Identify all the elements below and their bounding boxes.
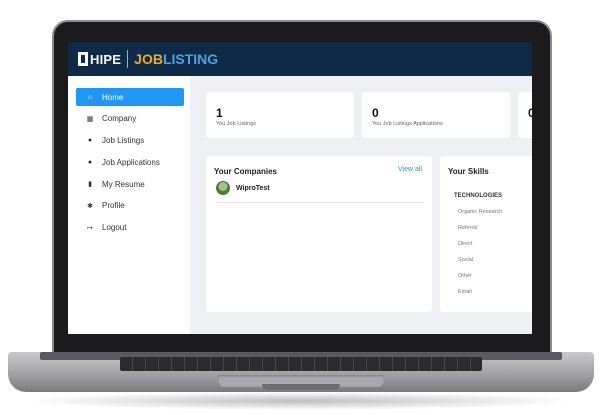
brand-hipe: HIPE [90,51,122,67]
sidebar-item-logout[interactable]: ↦ Logout [76,219,184,237]
main-content: 1 You Job Listings 0 You Job Listings Ap… [190,76,532,334]
brand-logo[interactable]: HIPE JOB LISTING [78,50,218,68]
skill-item: Organic Research [458,209,503,215]
sidebar-item-job-applications[interactable]: ● Job Applications [76,153,184,171]
skill-item: Other [458,273,472,279]
logo-mark-icon [78,52,88,66]
skill-item: Referral [458,225,478,231]
stat-value: 0 [528,106,532,120]
company-item[interactable]: WiproTest [216,181,270,195]
brand-separator [127,50,129,68]
company-avatar [216,181,230,195]
companies-title: Your Companies [214,167,277,176]
stat-card-applications[interactable]: 0 You Job Listings Applications [362,92,510,138]
skills-category-heading: TECHNOLOGIES [454,193,503,199]
skill-item: Email [458,289,472,295]
file-icon: ▮ [88,181,92,189]
sidebar-item-label: Job Applications [102,157,160,167]
stat-value: 0 [372,106,379,120]
stat-label: You Job Listings [216,121,256,127]
companies-card: Your Companies View all WiproTest [206,156,432,312]
gear-icon: ✱ [87,202,93,210]
laptop-notch [262,384,340,390]
sidebar-item-profile[interactable]: ✱ Profile [76,197,184,215]
home-icon: ⌂ [87,93,93,101]
skill-item: Social [458,257,473,263]
laptop-shadow [20,392,580,410]
sidebar-item-label: My Resume [102,179,145,189]
app-screen: HIPE JOB LISTING ⌂ Home ▦ Company ● Job L… [68,42,532,334]
sidebar-item-my-resume[interactable]: ▮ My Resume [76,175,184,193]
brand-job: JOB [134,51,163,67]
stat-card-job-listings[interactable]: 1 You Job Listings [206,92,354,138]
sidebar: ⌂ Home ▦ Company ● Job Listings ● Job Ap… [68,76,190,334]
sidebar-item-job-listings[interactable]: ● Job Listings [76,132,184,150]
company-name: WiproTest [236,184,270,192]
laptop-keyboard [120,357,482,371]
skills-card: Your Skills TECHNOLOGIES Organic Researc… [440,156,532,312]
building-icon: ▦ [86,115,94,123]
user-icon: ● [87,137,93,145]
sidebar-item-label: Profile [102,201,125,211]
user-icon: ● [87,158,93,166]
skills-title: Your Skills [448,167,489,176]
sidebar-item-home[interactable]: ⌂ Home [76,88,184,106]
view-all-link[interactable]: View all [398,166,422,173]
brand-listing: LISTING [162,51,219,67]
skill-item: Direct [458,241,473,247]
stat-value: 1 [216,106,223,120]
sidebar-item-label: Company [102,114,137,124]
top-bar: HIPE JOB LISTING [68,42,532,76]
sidebar-item-company[interactable]: ▦ Company [76,110,184,128]
sidebar-item-label: Home [102,92,124,102]
sidebar-item-label: Job Listings [102,136,145,146]
logout-icon: ↦ [87,224,93,232]
stat-card-third[interactable]: 0 [518,92,532,138]
sidebar-item-label: Logout [102,223,127,233]
divider [216,202,424,203]
stat-label: You Job Listings Applications [372,121,443,127]
